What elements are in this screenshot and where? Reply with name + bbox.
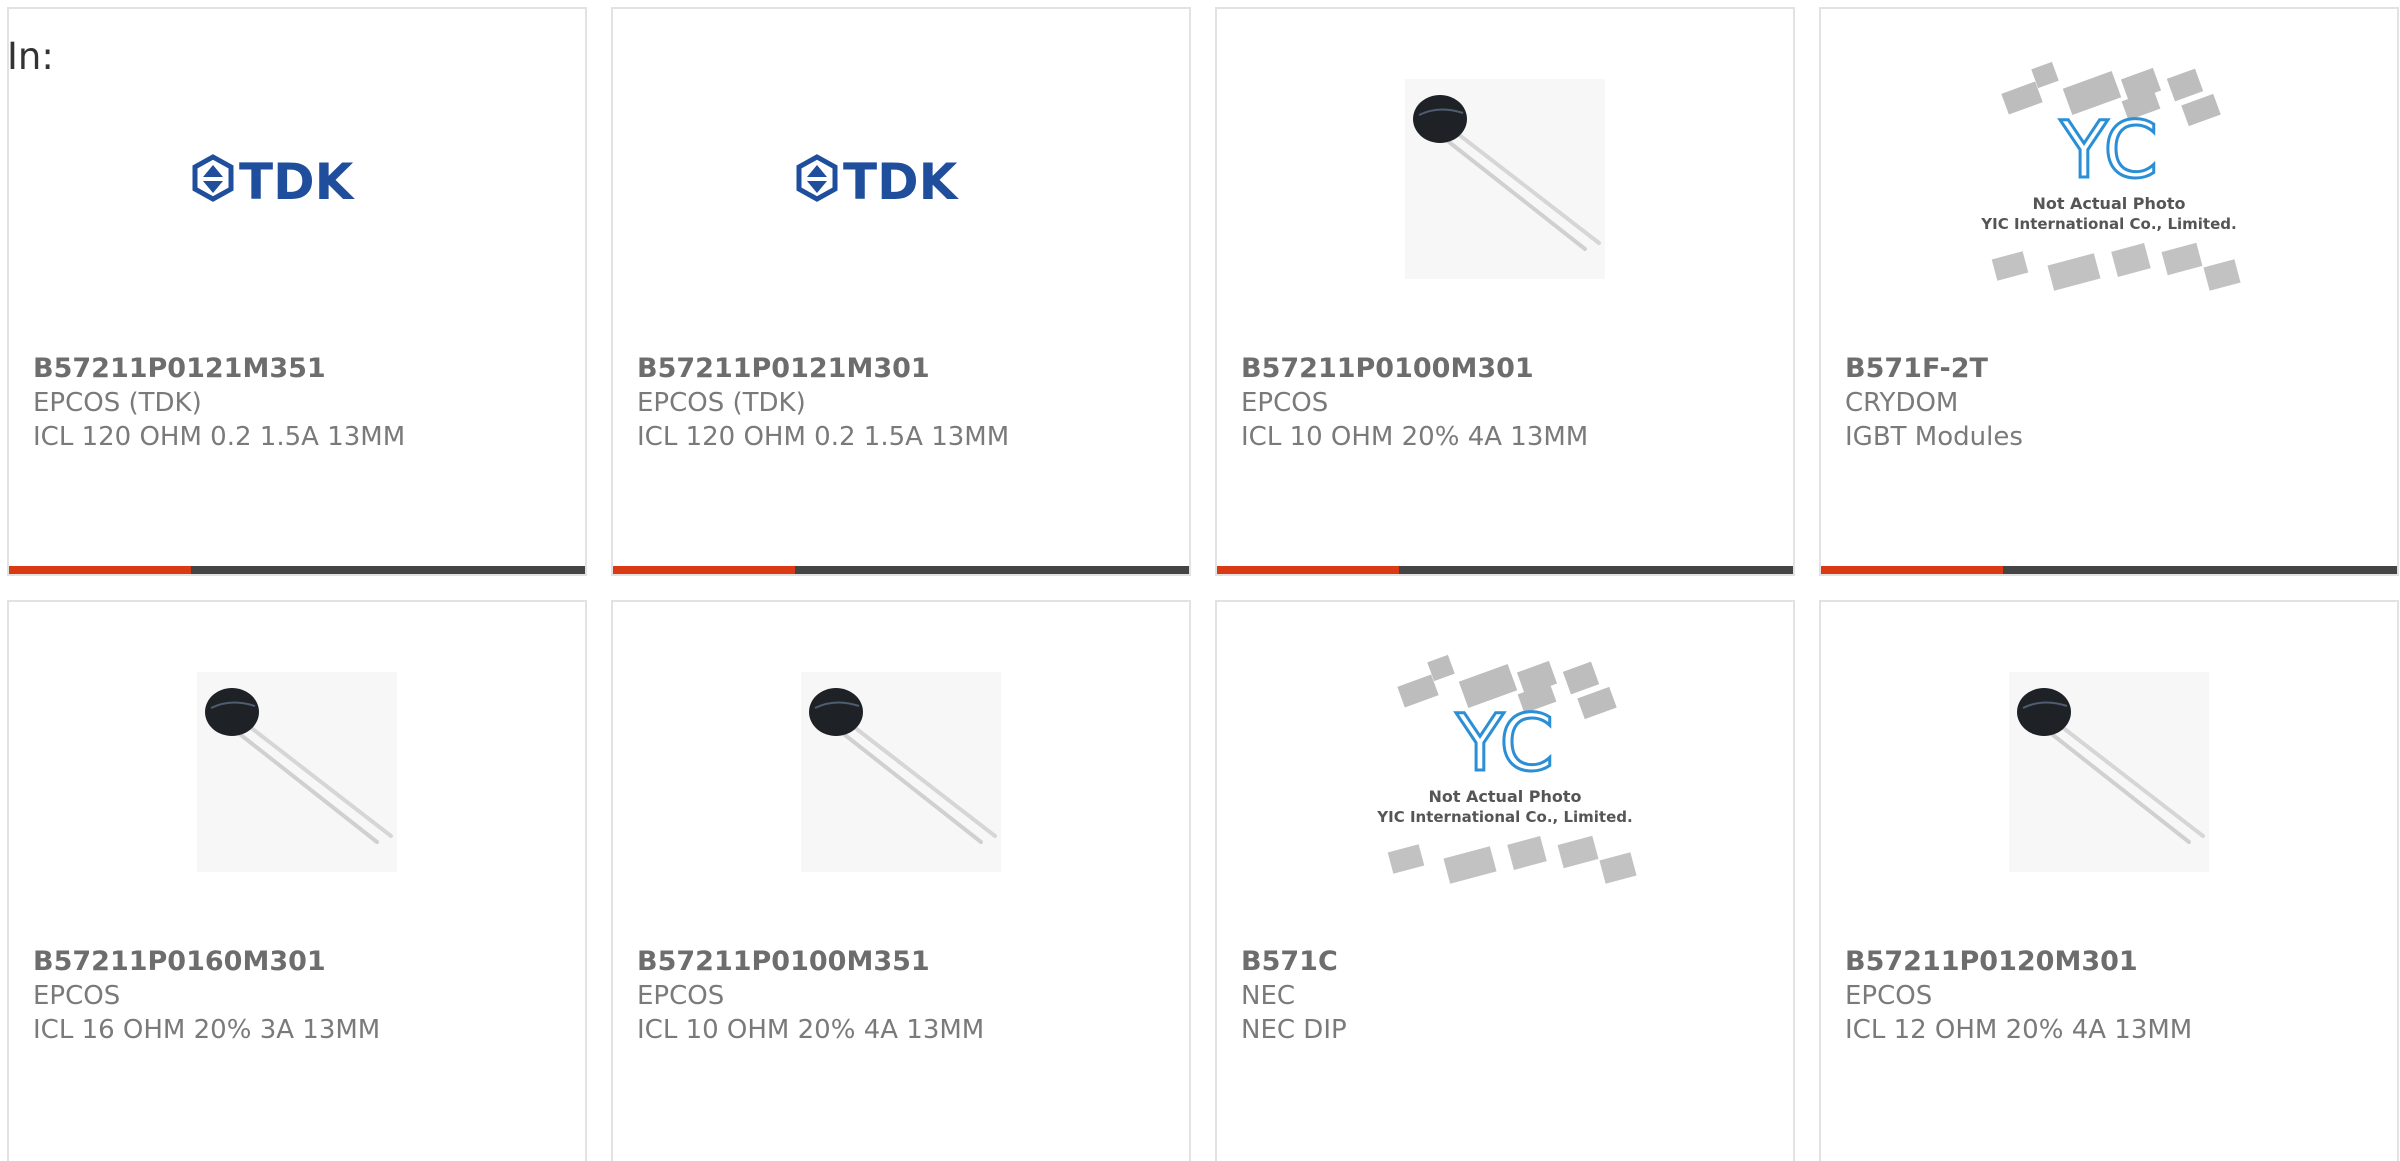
card-accent-bar <box>9 566 585 574</box>
product-description: ICL 12 OHM 20% 4A 13MM <box>1845 1015 2193 1045</box>
product-info: B57211P0100M351 EPCOS ICL 10 OHM 20% 4A … <box>637 945 1173 1047</box>
product-info: B571F-2T CRYDOM IGBT Modules <box>1845 352 2381 454</box>
product-image[interactable] <box>9 632 585 912</box>
product-card-2[interactable]: TDK B57211P0121M301 EPCOS (TDK) ICL 120 … <box>611 7 1191 576</box>
tdk-logo-icon: TDK <box>192 153 356 209</box>
product-image[interactable]: YC Not Actual Photo YIC International Co.,… <box>1217 632 1793 912</box>
thermistor-icon <box>2009 672 2209 872</box>
product-card-4[interactable]: YC Not Actual Photo YIC International Co.,… <box>1819 7 2399 576</box>
product-part-number[interactable]: B57211P0121M351 <box>33 352 569 386</box>
svg-text:YC: YC <box>2059 106 2158 196</box>
product-part-number[interactable]: B571C <box>1241 945 1777 979</box>
svg-text:Not Actual Photo: Not Actual Photo <box>2032 194 2185 213</box>
product-info: B57211P0121M301 EPCOS (TDK) ICL 120 OHM … <box>637 352 1173 454</box>
product-description: IGBT Modules <box>1845 422 2023 452</box>
product-info: B57211P0100M301 EPCOS ICL 10 OHM 20% 4A … <box>1241 352 1777 454</box>
card-accent-fill <box>1821 566 2003 574</box>
product-image[interactable] <box>1217 39 1793 319</box>
thermistor-icon <box>801 672 1001 872</box>
svg-text:YIC International Co., Limited: YIC International Co., Limited. <box>1376 808 1632 826</box>
product-image[interactable] <box>1821 632 2397 912</box>
product-image[interactable] <box>613 632 1189 912</box>
product-description: ICL 10 OHM 20% 4A 13MM <box>637 1015 985 1045</box>
product-image[interactable]: TDK <box>613 39 1189 319</box>
product-image[interactable]: YC Not Actual Photo YIC International Co.,… <box>1821 39 2397 319</box>
product-info: B571C NEC NEC DIP <box>1241 945 1777 1047</box>
product-manufacturer: EPCOS <box>1845 981 1933 1011</box>
yic-placeholder-icon: YCNot Actual Photo YIC International Co.,… <box>1980 61 2241 291</box>
card-accent-fill <box>1217 566 1399 574</box>
product-manufacturer: EPCOS <box>637 981 725 1011</box>
product-manufacturer: CRYDOM <box>1845 388 1959 418</box>
card-accent-fill <box>613 566 795 574</box>
product-info: B57211P0160M301 EPCOS ICL 16 OHM 20% 3A … <box>33 945 569 1047</box>
product-manufacturer: EPCOS (TDK) <box>33 388 202 418</box>
svg-text:YIC International Co., Limited: YIC International Co., Limited. <box>1980 215 2236 233</box>
product-description: ICL 120 OHM 0.2 1.5A 13MM <box>637 422 1010 452</box>
product-description: ICL 16 OHM 20% 3A 13MM <box>33 1015 381 1045</box>
product-grid-page: In: TDK B57211P0121M351 EPCOS (TDK) ICL … <box>0 0 2400 1161</box>
product-card-1[interactable]: TDK B57211P0121M351 EPCOS (TDK) ICL 120 … <box>7 7 587 576</box>
svg-text:Not Actual Photo: Not Actual Photo <box>1428 787 1581 806</box>
product-description: ICL 10 OHM 20% 4A 13MM <box>1241 422 1589 452</box>
product-part-number[interactable]: B57211P0160M301 <box>33 945 569 979</box>
card-accent-bar <box>1821 566 2397 574</box>
product-card-8[interactable]: B57211P0120M301 EPCOS ICL 12 OHM 20% 4A … <box>1819 600 2399 1161</box>
product-part-number[interactable]: B57211P0120M301 <box>1845 945 2381 979</box>
product-manufacturer: EPCOS (TDK) <box>637 388 806 418</box>
product-image[interactable]: TDK <box>9 39 585 319</box>
product-card-5[interactable]: B57211P0160M301 EPCOS ICL 16 OHM 20% 3A … <box>7 600 587 1161</box>
svg-text:TDK: TDK <box>239 153 356 209</box>
product-part-number[interactable]: B57211P0100M351 <box>637 945 1173 979</box>
product-part-number[interactable]: B57211P0100M301 <box>1241 352 1777 386</box>
product-part-number[interactable]: B57211P0121M301 <box>637 352 1173 386</box>
product-manufacturer: NEC <box>1241 981 1296 1011</box>
yic-placeholder-icon: YCNot Actual Photo YIC International Co.,… <box>1376 654 1637 884</box>
card-accent-bar <box>613 566 1189 574</box>
product-card-7[interactable]: YC Not Actual Photo YIC International Co.,… <box>1215 600 1795 1161</box>
thermistor-icon <box>197 672 397 872</box>
card-accent-bar <box>1217 566 1793 574</box>
in-label: In: <box>7 35 54 78</box>
product-part-number[interactable]: B571F-2T <box>1845 352 2381 386</box>
product-description: NEC DIP <box>1241 1015 1347 1045</box>
thermistor-icon <box>1405 79 1605 279</box>
product-card-6[interactable]: B57211P0100M351 EPCOS ICL 10 OHM 20% 4A … <box>611 600 1191 1161</box>
product-grid: TDK B57211P0121M351 EPCOS (TDK) ICL 120 … <box>7 7 2400 1161</box>
tdk-logo-icon: TDK <box>796 153 960 209</box>
svg-text:YC: YC <box>1455 699 1554 789</box>
card-accent-fill <box>9 566 191 574</box>
product-card-3[interactable]: B57211P0100M301 EPCOS ICL 10 OHM 20% 4A … <box>1215 7 1795 576</box>
product-manufacturer: EPCOS <box>33 981 121 1011</box>
product-description: ICL 120 OHM 0.2 1.5A 13MM <box>33 422 406 452</box>
product-info: B57211P0121M351 EPCOS (TDK) ICL 120 OHM … <box>33 352 569 454</box>
svg-text:TDK: TDK <box>843 153 960 209</box>
product-manufacturer: EPCOS <box>1241 388 1329 418</box>
product-info: B57211P0120M301 EPCOS ICL 12 OHM 20% 4A … <box>1845 945 2381 1047</box>
